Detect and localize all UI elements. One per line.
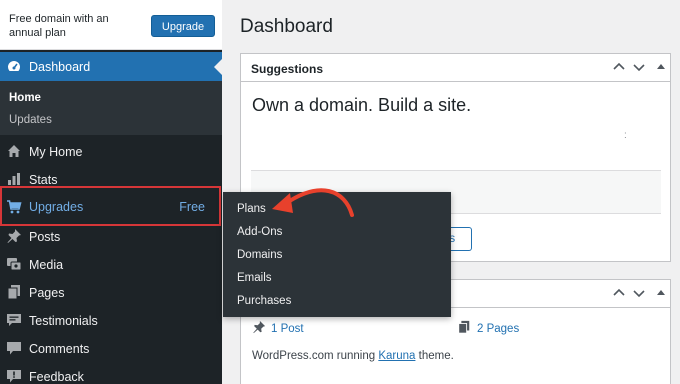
move-up-icon[interactable] [612,60,626,74]
submenu-updates[interactable]: Updates [9,114,52,126]
cart-icon [7,200,22,214]
sidebar-item-my-home[interactable]: My Home [0,137,222,165]
suggestions-header: Suggestions [241,54,670,82]
upgrade-button[interactable]: Upgrade [151,15,215,37]
flyout-item-emails[interactable]: Emails [237,272,272,284]
free-badge: Free [179,200,205,214]
sidebar-item-pages[interactable]: Pages [0,278,222,306]
suggestions-title: Suggestions [251,62,324,76]
pin-icon [253,320,266,334]
sidebar-item-testimonials[interactable]: Testimonials [0,306,222,334]
collapse-icon[interactable] [654,286,668,300]
sidebar-item-label: Media [29,258,64,272]
pages-icon [458,320,470,334]
upgrades-flyout-menu: Plans Add-Ons Domains Emails Purchases [223,192,451,317]
pages-icon [7,285,20,300]
sidebar-item-label: Feedback [29,370,84,384]
sidebar-item-media[interactable]: Media [0,250,222,278]
sidebar-item-label: Dashboard [29,60,91,74]
flyout-item-add-ons[interactable]: Add-Ons [237,226,282,238]
sidebar-item-label: My Home [29,145,83,159]
stats-icon [8,173,20,185]
testimonial-icon [7,314,21,326]
move-down-icon[interactable] [632,286,646,300]
collapse-icon[interactable] [654,60,668,74]
theme-info-suffix: theme. [415,350,454,362]
suggestion-headline: Own a domain. Build a site. [252,95,472,115]
sidebar-item-posts[interactable]: Posts [0,222,222,250]
theme-info: WordPress.com running Karuna theme. [252,350,454,362]
more-options-icon[interactable]: : [624,130,627,141]
theme-link[interactable]: Karuna [378,350,415,362]
submenu-home[interactable]: Home [9,92,41,104]
upgrade-promo: Free domain with an annual plan Upgrade [0,0,222,50]
comment-icon [7,342,21,355]
move-up-icon[interactable] [612,286,626,300]
sidebar-item-label: Pages [29,286,65,300]
flyout-item-purchases[interactable]: Purchases [237,295,291,307]
theme-info-prefix: WordPress.com running [252,350,379,362]
sidebar-item-label: Posts [29,230,61,244]
dashboard-submenu: Home Updates [0,81,222,135]
move-down-icon[interactable] [632,60,646,74]
media-icon [7,258,22,271]
flyout-item-domains[interactable]: Domains [237,249,282,261]
home-icon [8,145,20,157]
sidebar-item-label: Comments [29,342,90,356]
page-title: Dashboard [240,16,333,37]
posts-count-link[interactable]: 1 Post [271,323,304,335]
sidebar-item-upgrades[interactable]: Upgrades Free [0,186,221,226]
sidebar-item-label: Stats [29,173,58,187]
admin-sidebar: Free domain with an annual plan Upgrade … [0,0,222,384]
sidebar-item-label: Upgrades [29,200,84,214]
sidebar-item-feedback[interactable]: Feedback [0,362,222,384]
current-indicator [214,59,222,75]
dashboard-icon [7,61,21,71]
pin-icon [7,229,21,243]
sidebar-item-comments[interactable]: Comments [0,334,222,362]
sidebar-item-label: Testimonials [29,314,98,328]
pages-count-link[interactable]: 2 Pages [477,323,519,335]
flyout-item-plans[interactable]: Plans [237,203,266,215]
sidebar-item-dashboard[interactable]: Dashboard [0,52,222,81]
promo-text: Free domain with an annual plan [9,13,109,39]
feedback-icon [7,370,21,383]
